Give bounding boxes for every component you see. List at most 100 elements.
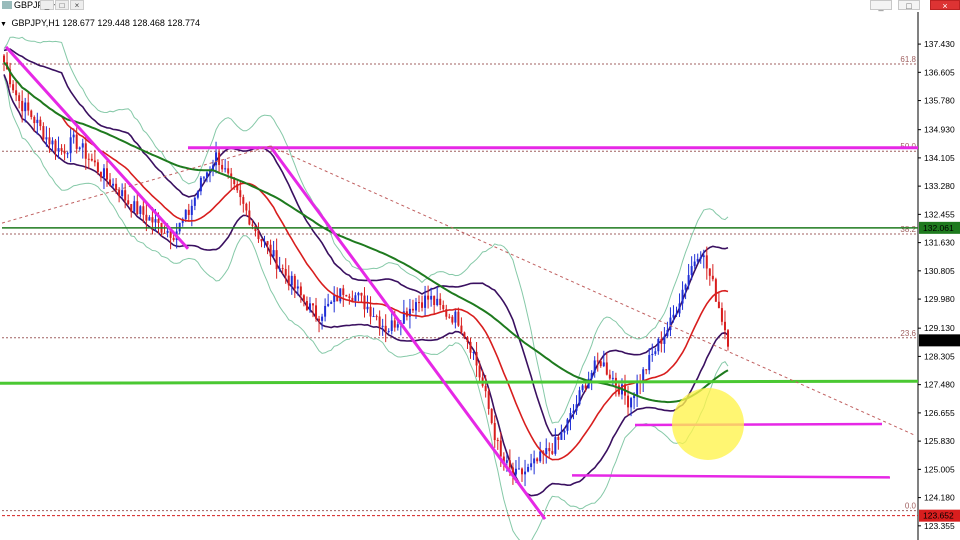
trendline-1: [4, 45, 190, 250]
candle-body: [390, 320, 393, 331]
candle-body: [151, 217, 154, 223]
candle-body: [581, 385, 584, 391]
candle-body: [248, 210, 251, 225]
candle-body: [196, 191, 199, 198]
candle-body: [433, 295, 436, 306]
candle-body: [154, 219, 157, 223]
envelope-lower: [3, 74, 729, 497]
candle-body: [287, 275, 290, 286]
candle-body: [442, 305, 445, 310]
candle-body: [66, 153, 69, 155]
candle-body: [202, 177, 205, 179]
dotted-trendline-left: [1, 145, 271, 224]
candle-body: [484, 385, 487, 392]
candle-body: [315, 305, 318, 319]
candle-body: [302, 295, 305, 302]
candle-body: [411, 308, 414, 311]
candle-body: [608, 374, 611, 379]
candle-body: [569, 413, 572, 420]
candle-body: [508, 460, 511, 468]
candle-body: [90, 158, 93, 161]
candle-body: [690, 266, 693, 276]
candle-body: [112, 183, 115, 186]
candle-body: [666, 330, 669, 337]
candle-body: [687, 275, 690, 285]
candle-body: [672, 314, 675, 318]
candle-body: [81, 143, 84, 148]
candle-body: [720, 308, 723, 322]
candle-body: [360, 292, 363, 296]
candle-body: [663, 336, 666, 344]
candle-body: [496, 440, 499, 442]
candle-body: [130, 203, 133, 212]
price-label-text: 128.774: [923, 335, 954, 345]
candle-body: [357, 292, 360, 296]
candle-body: [684, 284, 687, 290]
candle-body: [645, 369, 648, 371]
candle-body: [139, 206, 142, 215]
candle-body: [533, 458, 536, 464]
candle-body: [227, 168, 230, 174]
candle-body: [478, 365, 481, 378]
candle-body: [457, 311, 460, 326]
envelope-upper: [3, 48, 729, 437]
candle-body: [378, 316, 381, 327]
candle-body: [257, 231, 260, 240]
candle-body: [418, 302, 421, 304]
candle-body: [530, 463, 533, 467]
candle-body: [18, 95, 21, 101]
candle-body: [60, 148, 63, 151]
candle-body: [284, 268, 287, 276]
candle-body: [414, 302, 417, 311]
candle-body: [557, 437, 560, 440]
candle-body: [369, 306, 372, 317]
candle-body: [636, 382, 639, 396]
candle-body: [251, 224, 254, 226]
candle-body: [551, 451, 554, 454]
candle-body: [121, 190, 124, 197]
y-tick-label: 126.655: [924, 408, 955, 418]
candle-body: [584, 385, 587, 389]
candle-body: [127, 200, 130, 204]
candle-body: [678, 303, 681, 314]
candle-body: [57, 148, 60, 152]
candle-body: [321, 316, 324, 321]
candle-body: [142, 206, 145, 215]
candle-body: [536, 458, 539, 462]
candle-body: [563, 430, 566, 433]
y-tick-label: 131.630: [924, 238, 955, 248]
candle-body: [387, 330, 390, 332]
candle-body: [651, 353, 654, 356]
candle-body: [348, 296, 351, 298]
candle-body: [714, 279, 717, 302]
fib-level-label: 23.6: [900, 329, 916, 338]
candle-body: [278, 268, 281, 270]
candle-body: [611, 377, 614, 379]
candle-body: [660, 339, 663, 344]
candle-body: [345, 294, 348, 297]
candle-body: [454, 311, 457, 323]
fib-level-label: 38.2: [900, 225, 916, 234]
candle-body: [427, 295, 430, 300]
candle-body: [469, 341, 472, 353]
candle-body: [145, 214, 148, 221]
candle-body: [166, 230, 169, 233]
candle-body: [266, 241, 269, 245]
candle-body: [505, 460, 508, 463]
candle-body: [105, 168, 108, 180]
candle-body: [475, 352, 478, 366]
candle-body: [293, 275, 296, 289]
price-chart[interactable]: 137.430 136.605 135.780 134.930 134.105 133.2…: [0, 0, 960, 540]
candle-body: [133, 201, 136, 212]
candle-body: [63, 150, 66, 154]
candle-body: [260, 239, 263, 242]
candle-body: [78, 147, 81, 149]
candle-body: [157, 219, 160, 223]
price-label-text: 132.061: [923, 223, 954, 233]
y-tick-label: 125.830: [924, 436, 955, 446]
candle-body: [384, 325, 387, 332]
candle-body: [36, 119, 39, 124]
candle-body: [339, 288, 342, 302]
candle-body: [148, 217, 151, 221]
candle-body: [215, 152, 218, 166]
